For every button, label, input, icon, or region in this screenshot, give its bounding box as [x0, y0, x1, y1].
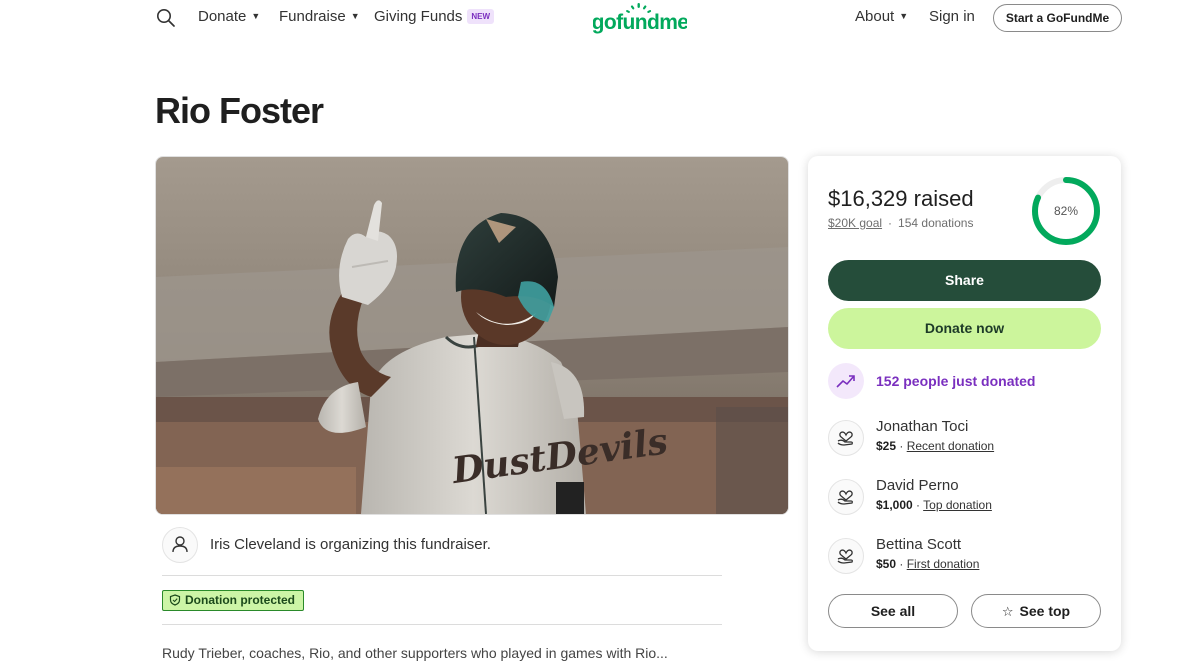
heart-hand-icon: [828, 479, 864, 515]
goal-link[interactable]: $20K goal: [828, 216, 882, 230]
nav-donate-menu[interactable]: Donate ▼: [198, 8, 260, 25]
chevron-down-icon: ▼: [350, 11, 360, 21]
donor-meta: $50 · First donation: [876, 557, 980, 571]
see-top-label: See top: [1019, 603, 1071, 619]
donor-name: Jonathan Toci: [876, 418, 969, 435]
nav-about-menu[interactable]: About ▼: [855, 8, 908, 25]
donate-now-button[interactable]: Donate now: [828, 308, 1101, 349]
goal-line: $20K goal · 154 donations: [828, 216, 973, 230]
recent-activity-row: 152 people just donated: [828, 363, 1101, 399]
see-top-button[interactable]: ☆ See top: [971, 594, 1101, 628]
top-navigation: Donate ▼ Fundraise ▼ Giving Funds NEW gofun…: [0, 0, 1200, 36]
gofundme-logo[interactable]: gofundme: [592, 2, 689, 34]
amount-raised: $16,329 raised: [828, 186, 974, 211]
nav-fundraise-menu[interactable]: Fundraise ▼: [279, 8, 360, 25]
new-badge: NEW: [467, 9, 495, 24]
chevron-down-icon: ▼: [251, 11, 261, 21]
nav-donate-label: Donate: [198, 8, 247, 25]
person-icon: [172, 536, 188, 553]
donor-meta: $1,000 · Top donation: [876, 498, 992, 512]
divider: [162, 575, 722, 576]
donor-name: David Perno: [876, 477, 959, 494]
trending-up-icon: [828, 363, 864, 399]
hero-photo: DustDevils: [155, 156, 789, 515]
donation-count: 154 donations: [898, 216, 974, 230]
recent-donors-text: 152 people just donated: [876, 373, 1036, 389]
star-icon: ☆: [1001, 604, 1014, 619]
shield-icon: [169, 594, 181, 606]
nav-giving-funds[interactable]: Giving Funds NEW: [374, 8, 495, 25]
start-gofundme-button[interactable]: Start a GoFundMe: [993, 4, 1122, 32]
donor-item: Bettina Scott $50 · First donation: [828, 536, 1101, 576]
donor-type-link[interactable]: First donation: [907, 557, 980, 571]
donation-protected-badge[interactable]: Donation protected: [162, 590, 304, 611]
story-preview: Rudy Trieber, coaches, Rio, and other su…: [162, 645, 668, 661]
divider: [162, 624, 722, 625]
donor-amount: $50: [876, 557, 897, 571]
donor-type-link[interactable]: Top donation: [923, 498, 992, 512]
donor-meta: $25 · Recent donation: [876, 439, 995, 453]
see-all-button[interactable]: See all: [828, 594, 958, 628]
donor-item: David Perno $1,000 · Top donation: [828, 477, 1101, 517]
donation-sidebar-card: $16,329 raised $20K goal · 154 donations 8…: [808, 156, 1121, 651]
share-button[interactable]: Share: [828, 260, 1101, 301]
progress-percent: 82%: [1053, 204, 1079, 218]
donor-type-link[interactable]: Recent donation: [907, 439, 994, 453]
donor-amount: $25: [876, 439, 897, 453]
nav-fundraise-label: Fundraise: [279, 8, 346, 25]
search-icon[interactable]: [156, 8, 176, 28]
organizer-text: Iris Cleveland is organizing this fundra…: [210, 536, 491, 553]
heart-hand-icon: [828, 538, 864, 574]
organizer-avatar: [162, 527, 198, 563]
page-title: Rio Foster: [155, 90, 324, 131]
logo-wordmark: gofundme: [593, 11, 687, 34]
separator-dot: ·: [888, 216, 893, 230]
organizer-row: Iris Cleveland is organizing this fundra…: [162, 527, 722, 563]
donor-item: Jonathan Toci $25 · Recent donation: [828, 418, 1101, 458]
donor-amount: $1,000: [876, 498, 913, 512]
sign-in-link[interactable]: Sign in: [929, 8, 975, 25]
donation-protected-label: Donation protected: [185, 593, 295, 607]
heart-hand-icon: [828, 420, 864, 456]
chevron-down-icon: ▼: [899, 11, 909, 21]
donor-name: Bettina Scott: [876, 536, 962, 553]
nav-giving-funds-label: Giving Funds: [374, 8, 463, 25]
nav-about-label: About: [855, 8, 895, 25]
